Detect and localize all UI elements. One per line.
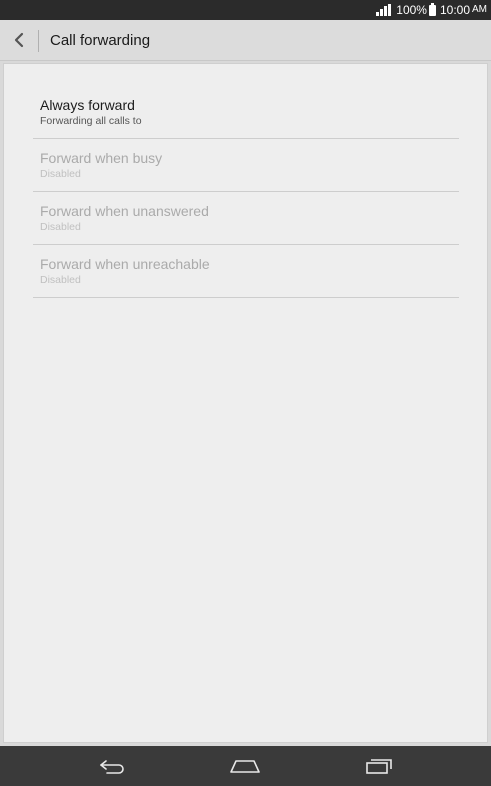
setting-summary: Forwarding all calls to bbox=[40, 115, 142, 127]
clock-time: 10:00 bbox=[439, 3, 470, 17]
nav-back-button[interactable] bbox=[83, 746, 143, 786]
action-bar-divider bbox=[38, 30, 39, 52]
chevron-left-icon bbox=[14, 32, 24, 48]
signal-icon bbox=[376, 4, 392, 16]
setting-forward-when-unreachable: Forward when unreachable Disabled bbox=[33, 245, 459, 298]
home-icon bbox=[230, 760, 260, 773]
back-button[interactable] bbox=[6, 24, 32, 56]
nav-home-button[interactable] bbox=[215, 746, 275, 786]
navigation-bar bbox=[0, 746, 491, 786]
setting-title: Forward when busy bbox=[40, 150, 163, 166]
setting-title: Forward when unreachable bbox=[40, 256, 210, 272]
setting-forward-when-unanswered: Forward when unanswered Disabled bbox=[33, 192, 459, 245]
clock-ampm: AM bbox=[472, 4, 487, 15]
status-indicators: 100% 10:00 AM bbox=[376, 0, 487, 20]
back-icon bbox=[100, 760, 124, 774]
battery-icon bbox=[428, 2, 436, 16]
setting-title: Forward when unanswered bbox=[40, 203, 209, 219]
setting-summary: Disabled bbox=[40, 274, 81, 286]
settings-panel: Always forward Forwarding all calls to F… bbox=[3, 63, 488, 743]
action-bar: Call forwarding bbox=[0, 20, 491, 61]
setting-forward-when-busy: Forward when busy Disabled bbox=[33, 139, 459, 192]
page-title: Call forwarding bbox=[50, 32, 151, 49]
setting-summary: Disabled bbox=[40, 168, 81, 180]
setting-summary: Disabled bbox=[40, 221, 81, 233]
battery-percent: 100% bbox=[396, 3, 427, 17]
setting-title: Always forward bbox=[40, 97, 135, 113]
settings-list: Always forward Forwarding all calls to F… bbox=[33, 86, 459, 298]
recent-apps-icon bbox=[366, 759, 392, 774]
status-bar: 100% 10:00 AM bbox=[0, 0, 491, 20]
setting-always-forward[interactable]: Always forward Forwarding all calls to bbox=[33, 86, 459, 139]
nav-recent-apps-button[interactable] bbox=[349, 746, 409, 786]
